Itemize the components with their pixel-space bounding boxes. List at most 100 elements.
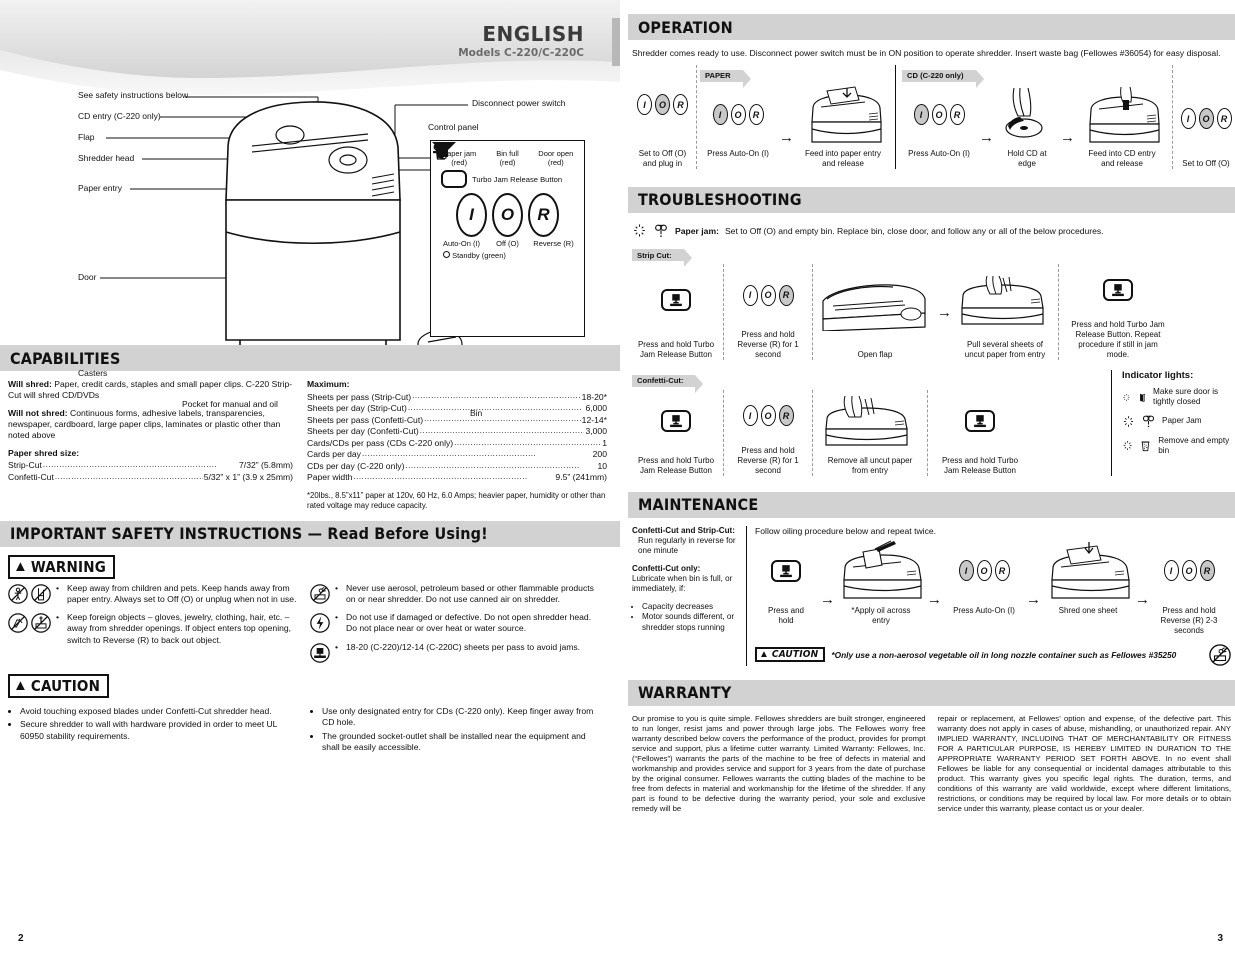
label-paper-jam-color: (red) <box>451 157 468 167</box>
section-troubleshooting-header: TROUBLESHOOTING <box>628 186 1235 213</box>
switch-off[interactable]: O <box>655 94 670 116</box>
button-auto-on[interactable]: I <box>456 193 487 238</box>
no-tie-in-entry-icon <box>31 613 51 634</box>
mode-switch[interactable]: I O R <box>637 94 688 116</box>
mode-switch[interactable]: I O R <box>712 104 764 126</box>
caution-left-column: Avoid touching exposed blades under Conf… <box>8 702 298 756</box>
mode-switch[interactable]: I O R <box>742 405 794 427</box>
paper-jam-line: Paper jam: Set to Off (O) and empty bin.… <box>628 221 1235 245</box>
page-number-left: 2 <box>18 933 24 944</box>
shred-size-name: Strip-Cut <box>8 460 42 471</box>
right-page: OPERATION Shredder comes ready to use. D… <box>628 0 1235 954</box>
switch-reverse[interactable]: R <box>949 104 965 126</box>
switch-auto-on[interactable]: I <box>1180 108 1196 130</box>
caution-triangle-icon: ▲ <box>759 648 769 660</box>
switch-auto-on[interactable]: I <box>712 104 728 126</box>
switch-auto-on[interactable]: I <box>742 284 758 306</box>
callout-casters: Casters <box>78 368 108 378</box>
switch-reverse[interactable]: R <box>994 560 1010 582</box>
bin-full-icon <box>1141 441 1150 452</box>
operation-step: Feed into paper entry and release <box>797 85 889 169</box>
button-off[interactable]: O <box>492 193 523 238</box>
section-maintenance-header: MAINTENANCE <box>628 491 1235 518</box>
switch-off[interactable]: O <box>760 284 776 306</box>
switch-auto-on[interactable]: I <box>1163 560 1179 582</box>
feed-paper-illustration <box>811 86 882 143</box>
arrow-icon: → <box>979 129 994 147</box>
operation-step: I O R Set to Off (O) and plug in <box>632 65 693 169</box>
indicator-row: Remove and empty bin <box>1122 436 1231 456</box>
step-caption: Press and hold Reverse (R) for 1 second <box>737 330 799 360</box>
turbo-jam-release-button[interactable] <box>965 409 995 432</box>
section-safety-header: IMPORTANT SAFETY INSTRUCTIONS — Read Bef… <box>0 520 620 547</box>
maximum-value: 6,000 <box>585 403 607 414</box>
caution-label: CAUTION <box>771 649 819 661</box>
step-caption: Press and hold Turbo Jam Release Button <box>637 455 715 475</box>
switch-off[interactable]: O <box>931 104 947 126</box>
indicator-light-icon <box>634 224 645 237</box>
warning-text: Keep foreign objects – gloves, jewelry, … <box>67 612 292 645</box>
switch-reverse[interactable]: R <box>778 405 794 427</box>
shred-size-value: 5/32” x 1” (3.9 x 25mm) <box>203 471 293 482</box>
switch-off[interactable]: O <box>1181 560 1197 582</box>
safety-title: IMPORTANT SAFETY INSTRUCTIONS — Read Bef… <box>10 524 488 544</box>
mode-switch[interactable]: I O R <box>1180 108 1232 130</box>
label-door-open-color: (red) <box>547 157 564 167</box>
switch-auto-on[interactable]: I <box>742 405 758 427</box>
maximum-name: Cards/CDs per pass (CDs C-220 only) <box>307 437 454 448</box>
bullet: • <box>335 641 339 652</box>
will-not-shred-label: Will not shred: <box>8 407 68 418</box>
bullet: • <box>56 582 60 593</box>
switch-reverse[interactable]: R <box>673 94 688 116</box>
switch-reverse[interactable]: R <box>1216 108 1232 130</box>
dot-leader: ........................................… <box>407 402 583 412</box>
maximum-value: 12-14* <box>581 414 607 425</box>
mode-switch[interactable]: I O R <box>958 560 1010 582</box>
switch-auto-on[interactable]: I <box>913 104 929 126</box>
switch-auto-on[interactable]: I <box>958 560 974 582</box>
turbo-jam-release-button[interactable] <box>1103 279 1133 302</box>
callout-bin: Bin <box>470 408 483 418</box>
maximum-row: Sheets per day (Confetti-Cut)...........… <box>307 426 607 438</box>
mode-switch[interactable]: I O R <box>913 104 965 126</box>
switch-reverse[interactable]: R <box>748 104 764 126</box>
arrow-icon: → <box>1135 591 1150 609</box>
maximum-row: Sheets per pass (Strip-Cut).............… <box>307 391 607 403</box>
arrow-icon: → <box>1026 591 1041 609</box>
paper-jam-label: Paper jam: <box>675 225 719 236</box>
maintenance-intro: Follow oiling procedure below and repeat… <box>755 525 937 536</box>
turbo-jam-release-button[interactable] <box>661 289 691 312</box>
turbo-jam-release-button[interactable] <box>771 559 801 582</box>
switch-off[interactable]: O <box>1198 108 1214 130</box>
warranty-text: repair or replacement, at Fellowes’ opti… <box>937 713 1232 813</box>
switch-auto-on[interactable]: I <box>637 94 652 116</box>
turbo-jam-release-button[interactable] <box>433 142 467 189</box>
troubleshoot-step: I O R Press and hold Reverse (R) for 1 s… <box>727 390 809 476</box>
shred-size-list: Strip-Cut ..............................… <box>8 460 293 483</box>
no-foreign-objects-icon <box>8 613 28 634</box>
turbo-jam-label: Turbo Jam Release Button <box>472 174 563 184</box>
switch-reverse[interactable]: R <box>1199 560 1215 582</box>
switch-reverse[interactable]: R <box>778 284 794 306</box>
warning-item: • 18-20 (C-220)/12-14 (C-220C) sheets pe… <box>310 642 600 663</box>
troubleshoot-step: Pull several sheets of uncut paper from … <box>955 264 1055 360</box>
switch-off[interactable]: O <box>976 560 992 582</box>
caution-label: CAUTION <box>30 676 101 695</box>
maintenance-step: Shred one sheet <box>1044 540 1132 616</box>
label-off: Off (O) <box>496 239 519 249</box>
mode-switch[interactable]: I O R <box>742 284 794 306</box>
turbo-jam-release-button[interactable] <box>661 409 691 432</box>
switch-off[interactable]: O <box>760 405 776 427</box>
bullet: • <box>335 612 339 623</box>
step-caption: Press and hold Turbo Jam Release Button.… <box>1071 320 1165 360</box>
dot-leader: ........................................… <box>419 425 585 435</box>
indicator-row: Make sure door is tightly closed <box>1122 387 1231 407</box>
maintenance-text-2: Lubricate when bin is full, or immediate… <box>632 574 733 594</box>
callout-pocket: Pocket for manual and oil <box>182 399 278 409</box>
shred-size-value: 7/32” (5.8mm) <box>239 460 293 471</box>
mode-switch[interactable]: I O R <box>1163 560 1215 582</box>
switch-off[interactable]: O <box>730 104 746 126</box>
warning-badge: ▲ WARNING <box>8 554 115 579</box>
button-reverse[interactable]: R <box>528 193 559 238</box>
dot-leader: ........................................… <box>454 437 602 447</box>
